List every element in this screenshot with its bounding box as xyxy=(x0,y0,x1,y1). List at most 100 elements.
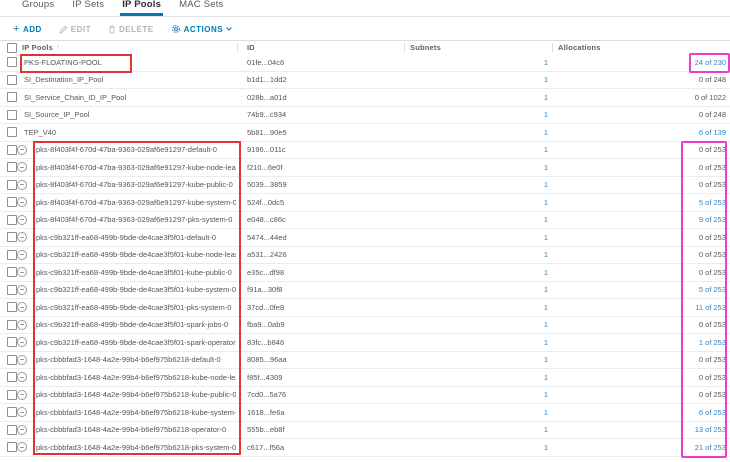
table-row[interactable]: pks-cbbbfad3-1648-4a2e-99b4-b6ef975b6218… xyxy=(0,404,730,422)
column-header-ip-pools[interactable]: IP Pools ↑ xyxy=(22,41,60,54)
row-allocations[interactable]: 0 of 253 xyxy=(552,387,726,404)
row-checkbox[interactable] xyxy=(7,442,17,452)
row-pool-name[interactable]: pks-cbbbfad3-1648-4a2e-99b4-b6ef975b6218… xyxy=(36,352,236,369)
row-subnets-link[interactable]: 1 xyxy=(404,247,548,264)
row-allocations[interactable]: 0 of 1022 xyxy=(552,89,726,106)
row-allocations[interactable]: 24 of 230 xyxy=(552,54,726,71)
row-subnets-link[interactable]: 1 xyxy=(404,369,548,386)
row-checkbox[interactable] xyxy=(7,302,17,312)
row-checkbox[interactable] xyxy=(7,267,17,277)
add-button[interactable]: + ADD xyxy=(13,25,42,34)
row-allocations[interactable]: 0 of 253 xyxy=(552,352,726,369)
row-allocations[interactable]: 11 of 253 xyxy=(552,299,726,316)
row-pool-name[interactable]: pks-cbbbfad3-1648-4a2e-99b4-b6ef975b6218… xyxy=(36,369,236,386)
row-allocations[interactable]: 0 of 253 xyxy=(552,142,726,159)
row-checkbox[interactable] xyxy=(7,407,17,417)
row-subnets-link[interactable]: 1 xyxy=(404,439,548,456)
row-checkbox[interactable] xyxy=(7,162,17,172)
row-checkbox[interactable] xyxy=(7,425,17,435)
row-pool-name[interactable]: pks-cbbbfad3-1648-4a2e-99b4-b6ef975b6218… xyxy=(36,422,236,439)
row-subnets-link[interactable]: 1 xyxy=(404,142,548,159)
tab-groups[interactable]: Groups xyxy=(20,0,56,16)
row-checkbox[interactable] xyxy=(7,127,17,137)
delete-button[interactable]: DELETE xyxy=(108,25,154,34)
row-subnets-link[interactable]: 1 xyxy=(404,404,548,421)
edit-button[interactable]: EDIT xyxy=(59,25,91,34)
row-pool-name[interactable]: pks-8f403f4f-670d-47ba-9363-029af6e91297… xyxy=(36,142,236,159)
row-allocations[interactable]: 0 of 253 xyxy=(552,369,726,386)
row-allocations[interactable]: 0 of 253 xyxy=(552,317,726,334)
row-allocations[interactable]: 0 of 248 xyxy=(552,72,726,89)
table-row[interactable]: pks-c9b321ff-ea68-499b-9bde-de4cae3f5f01… xyxy=(0,299,730,317)
row-allocations[interactable]: 13 of 253 xyxy=(552,422,726,439)
row-pool-name[interactable]: TEP_V40 xyxy=(24,124,236,141)
row-checkbox[interactable] xyxy=(7,355,17,365)
row-subnets-link[interactable]: 1 xyxy=(404,177,548,194)
row-pool-name[interactable]: SI_Source_IP_Pool xyxy=(24,107,236,124)
tab-ip-sets[interactable]: IP Sets xyxy=(70,0,106,16)
row-checkbox[interactable] xyxy=(7,285,17,295)
row-allocations[interactable]: 6 of 139 xyxy=(552,124,726,141)
row-checkbox[interactable] xyxy=(7,390,17,400)
row-subnets-link[interactable]: 1 xyxy=(404,89,548,106)
table-row[interactable]: pks-8f403f4f-670d-47ba-9363-029af6e91297… xyxy=(0,142,730,160)
table-row[interactable]: SI_Source_IP_Pool 74b9...c934 1 0 of 248 xyxy=(0,107,730,125)
row-pool-name[interactable]: pks-8f403f4f-670d-47ba-9363-029af6e91297… xyxy=(36,159,236,176)
row-subnets-link[interactable]: 1 xyxy=(404,54,548,71)
select-all-checkbox[interactable] xyxy=(7,43,17,53)
table-row[interactable]: pks-8f403f4f-670d-47ba-9363-029af6e91297… xyxy=(0,159,730,177)
row-allocations[interactable]: 9 of 253 xyxy=(552,212,726,229)
row-pool-name[interactable]: pks-c9b321ff-ea68-499b-9bde-de4cae3f5f01… xyxy=(36,229,236,246)
row-pool-name[interactable]: pks-c9b321ff-ea68-499b-9bde-de4cae3f5f01… xyxy=(36,264,236,281)
table-row[interactable]: pks-c9b321ff-ea68-499b-9bde-de4cae3f5f01… xyxy=(0,282,730,300)
row-checkbox[interactable] xyxy=(7,180,17,190)
row-checkbox[interactable] xyxy=(7,320,17,330)
table-row[interactable]: SI_Service_Chain_ID_IP_Pool 028b...a01d … xyxy=(0,89,730,107)
tab-mac-sets[interactable]: MAC Sets xyxy=(177,0,225,16)
tab-ip-pools[interactable]: IP Pools xyxy=(120,0,163,16)
row-allocations[interactable]: 5 of 253 xyxy=(552,194,726,211)
row-pool-name[interactable]: SI_Destination_IP_Pool xyxy=(24,72,236,89)
column-header-id[interactable]: ID xyxy=(247,41,255,54)
table-row[interactable]: pks-cbbbfad3-1648-4a2e-99b4-b6ef975b6218… xyxy=(0,439,730,457)
table-row[interactable]: pks-c9b321ff-ea68-499b-9bde-de4cae3f5f01… xyxy=(0,247,730,265)
row-subnets-link[interactable]: 1 xyxy=(404,299,548,316)
row-subnets-link[interactable]: 1 xyxy=(404,212,548,229)
row-allocations[interactable]: 1 of 253 xyxy=(552,334,726,351)
actions-menu-button[interactable]: ACTIONS xyxy=(171,24,233,34)
table-row[interactable]: TEP_V40 5b81...90e5 1 6 of 139 xyxy=(0,124,730,142)
row-allocations[interactable]: 0 of 253 xyxy=(552,159,726,176)
row-checkbox[interactable] xyxy=(7,57,17,67)
row-pool-name[interactable]: pks-cbbbfad3-1648-4a2e-99b4-b6ef975b6218… xyxy=(36,387,236,404)
row-pool-name[interactable]: pks-c9b321ff-ea68-499b-9bde-de4cae3f5f01… xyxy=(36,247,236,264)
row-subnets-link[interactable]: 1 xyxy=(404,229,548,246)
row-subnets-link[interactable]: 1 xyxy=(404,124,548,141)
row-pool-name[interactable]: pks-c9b321ff-ea68-499b-9bde-de4cae3f5f01… xyxy=(36,282,236,299)
row-pool-name[interactable]: pks-8f403f4f-670d-47ba-9363-029af6e91297… xyxy=(36,212,236,229)
row-pool-name[interactable]: pks-cbbbfad3-1648-4a2e-99b4-b6ef975b6218… xyxy=(36,439,236,456)
column-header-subnets[interactable]: Subnets xyxy=(410,41,441,54)
table-row[interactable]: pks-c9b321ff-ea68-499b-9bde-de4cae3f5f01… xyxy=(0,264,730,282)
row-allocations[interactable]: 0 of 253 xyxy=(552,264,726,281)
row-allocations[interactable]: 0 of 253 xyxy=(552,229,726,246)
row-subnets-link[interactable]: 1 xyxy=(404,72,548,89)
table-row[interactable]: pks-c9b321ff-ea68-499b-9bde-de4cae3f5f01… xyxy=(0,317,730,335)
row-pool-name[interactable]: pks-8f403f4f-670d-47ba-9363-029af6e91297… xyxy=(36,194,236,211)
row-pool-name[interactable]: pks-c9b321ff-ea68-499b-9bde-de4cae3f5f01… xyxy=(36,317,236,334)
row-subnets-link[interactable]: 1 xyxy=(404,387,548,404)
row-checkbox[interactable] xyxy=(7,250,17,260)
table-row[interactable]: pks-cbbbfad3-1648-4a2e-99b4-b6ef975b6218… xyxy=(0,369,730,387)
row-subnets-link[interactable]: 1 xyxy=(404,352,548,369)
row-pool-name[interactable]: PKS-FLOATING-POOL xyxy=(24,54,236,71)
row-checkbox[interactable] xyxy=(7,372,17,382)
table-row[interactable]: pks-8f403f4f-670d-47ba-9363-029af6e91297… xyxy=(0,212,730,230)
row-pool-name[interactable]: SI_Service_Chain_ID_IP_Pool xyxy=(24,89,236,106)
row-subnets-link[interactable]: 1 xyxy=(404,159,548,176)
row-checkbox[interactable] xyxy=(7,232,17,242)
row-subnets-link[interactable]: 1 xyxy=(404,334,548,351)
row-allocations[interactable]: 0 of 253 xyxy=(552,247,726,264)
row-subnets-link[interactable]: 1 xyxy=(404,107,548,124)
row-checkbox[interactable] xyxy=(7,75,17,85)
row-subnets-link[interactable]: 1 xyxy=(404,422,548,439)
row-pool-name[interactable]: pks-c9b321ff-ea68-499b-9bde-de4cae3f5f01… xyxy=(36,299,236,316)
